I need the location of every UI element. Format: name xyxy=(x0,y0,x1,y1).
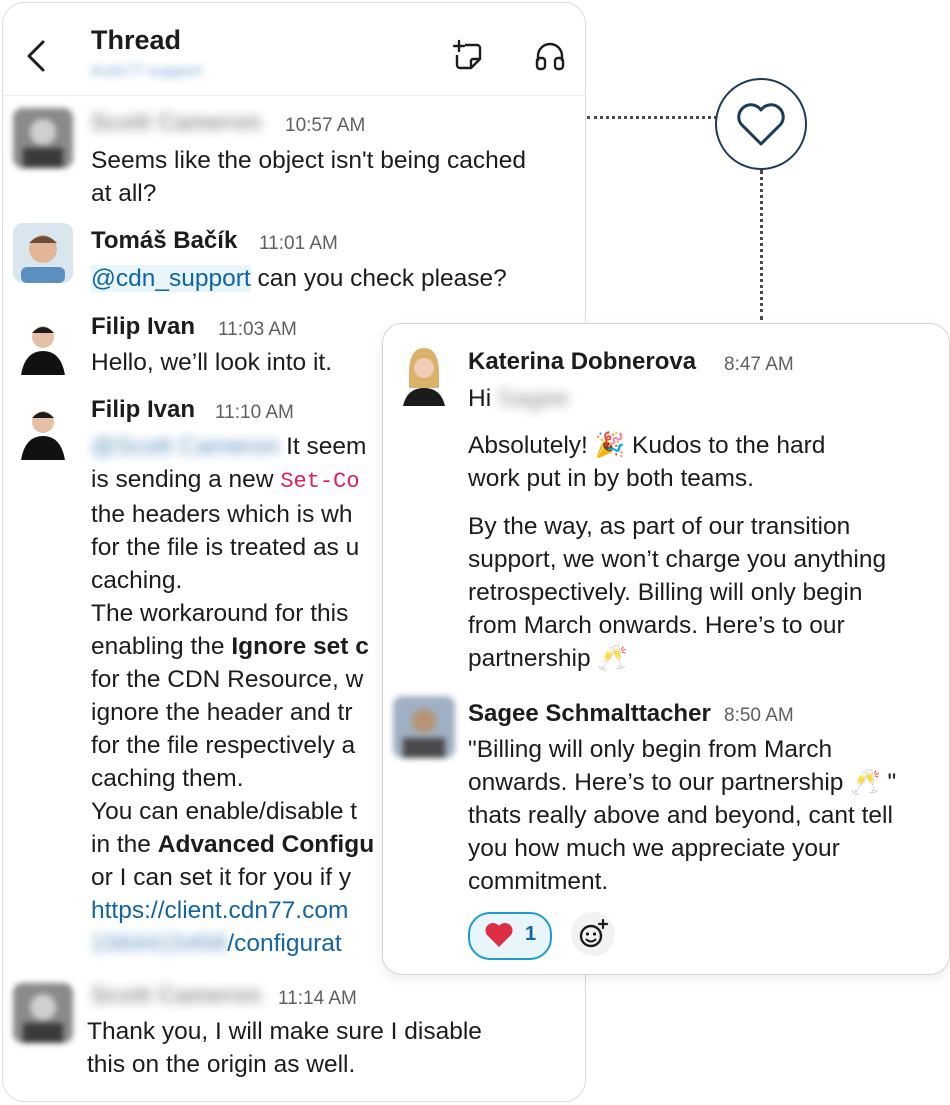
message-text: @Scott Cameron It seem is sending a new … xyxy=(91,433,375,957)
author-name[interactable]: Katerina Dobnerova xyxy=(468,348,696,376)
user-mention[interactable]: @cdn_support xyxy=(91,265,251,292)
inline-code: Set-Co xyxy=(280,469,360,494)
heart-badge xyxy=(715,78,807,170)
avatar-scott[interactable] xyxy=(13,108,73,168)
message-text: By the way, as part of our transition su… xyxy=(468,513,887,672)
add-reaction-button[interactable] xyxy=(571,912,615,956)
timestamp[interactable]: 11:14 AM xyxy=(278,988,357,1010)
message-text: Thank you, I will make sure I disable th… xyxy=(87,1018,482,1078)
new-canvas-icon[interactable] xyxy=(451,39,485,73)
config-link-path[interactable]: /configurat xyxy=(227,930,341,957)
avatar-filip[interactable] xyxy=(13,400,73,460)
message-text: @cdn_support can you check please? xyxy=(91,265,507,292)
champagne-icon: 🥂 xyxy=(850,769,881,796)
avatar-tomas[interactable] xyxy=(13,223,73,283)
avatar-scott[interactable] xyxy=(13,983,73,1043)
avatar-katerina[interactable] xyxy=(393,344,455,406)
heart-reaction-button[interactable]: 1 xyxy=(468,912,552,960)
message-text: Seems like the object isn't being cached… xyxy=(91,147,527,207)
red-heart-icon xyxy=(485,923,513,947)
message-text: "Billing will only begin from March onwa… xyxy=(468,736,897,895)
message-text: Hello, we’ll look into it. xyxy=(91,349,333,376)
author-name[interactable]: Tomáš Bačík xyxy=(91,227,237,255)
message-greeting: Hi Sagee xyxy=(468,385,569,412)
author-name[interactable]: Scott Cameron xyxy=(91,982,262,1010)
party-popper-icon: 🎉 xyxy=(594,432,626,459)
config-link[interactable]: https://client.cdn77.com xyxy=(91,897,348,924)
timestamp[interactable]: 11:10 AM xyxy=(215,402,294,424)
champagne-icon: 🥂 xyxy=(597,645,628,672)
author-name[interactable]: Sagee Schmalttacher xyxy=(468,700,711,728)
connector-dots-horizontal xyxy=(587,116,717,119)
reaction-count: 1 xyxy=(525,923,537,945)
channel-name: #cdn77-support xyxy=(91,63,203,80)
timestamp[interactable]: 11:01 AM xyxy=(259,233,338,255)
thread-title: Thread xyxy=(91,25,182,55)
user-mention[interactable]: @Scott Cameron xyxy=(91,433,279,460)
reply-card: Katerina Dobnerova 8:47 AM Hi Sagee Abso… xyxy=(382,323,950,975)
headphones-icon[interactable] xyxy=(533,39,567,73)
heart-outline-icon xyxy=(737,103,785,146)
author-name[interactable]: Scott Cameron xyxy=(91,109,262,137)
timestamp[interactable]: 11:03 AM xyxy=(218,319,297,341)
config-link-id[interactable]: 1564415456 xyxy=(91,930,227,957)
avatar-sagee[interactable] xyxy=(393,696,455,758)
author-name[interactable]: Filip Ivan xyxy=(91,396,195,424)
timestamp[interactable]: 8:47 AM xyxy=(724,354,794,376)
message-text: Absolutely! 🎉 Kudos to the hard work put… xyxy=(468,432,826,492)
author-name[interactable]: Filip Ivan xyxy=(91,313,195,341)
back-arrow-icon[interactable] xyxy=(23,39,49,73)
timestamp[interactable]: 8:50 AM xyxy=(724,705,794,727)
timestamp[interactable]: 10:57 AM xyxy=(285,115,365,137)
add-emoji-icon xyxy=(579,918,609,948)
avatar-filip[interactable] xyxy=(13,315,73,375)
thread-header: Thread #cdn77-support xyxy=(3,3,585,96)
connector-dots-vertical xyxy=(760,170,763,320)
